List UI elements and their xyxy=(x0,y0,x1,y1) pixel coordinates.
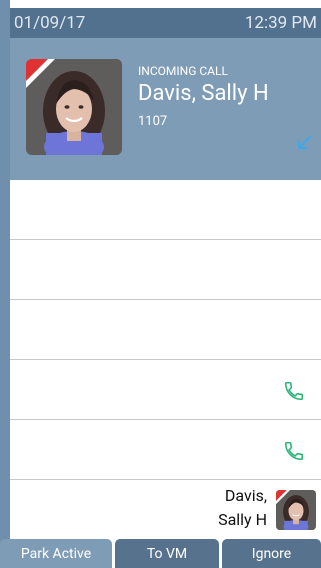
line-list: Davis, Sally H xyxy=(10,180,321,540)
incoming-call-label: INCOMING CALL xyxy=(138,64,228,78)
contact-name-line1: Davis, xyxy=(224,486,267,505)
status-date: 01/09/17 xyxy=(14,13,86,33)
left-border xyxy=(0,0,10,568)
line-row[interactable] xyxy=(10,240,321,300)
contact-name-line2: Sally H xyxy=(218,510,267,529)
line-row[interactable] xyxy=(10,300,321,360)
contact-name: Davis, Sally H xyxy=(218,484,267,532)
incoming-call-header[interactable]: INCOMING CALL Davis, Sally H 1107 xyxy=(10,38,321,180)
line-row[interactable] xyxy=(10,180,321,240)
caller-extension: 1107 xyxy=(138,114,168,129)
softkey-bar: Park Active To VM Ignore xyxy=(0,539,321,568)
incoming-arrow-icon xyxy=(298,135,312,149)
contact-avatar xyxy=(276,490,316,530)
caller-name: Davis, Sally H xyxy=(138,81,269,106)
line-row[interactable] xyxy=(10,360,321,420)
park-active-button[interactable]: Park Active xyxy=(0,539,112,568)
phone-icon[interactable] xyxy=(283,380,305,402)
status-time: 12:39 PM xyxy=(244,13,317,33)
caller-photo xyxy=(26,59,122,155)
phone-icon[interactable] xyxy=(283,440,305,462)
to-vm-button[interactable]: To VM xyxy=(115,539,219,568)
phone-screen: 01/09/17 12:39 PM INCOMING CALL Davis, S… xyxy=(0,0,321,568)
contact-row[interactable]: Davis, Sally H xyxy=(10,480,321,540)
ignore-button[interactable]: Ignore xyxy=(222,539,321,568)
status-bar: 01/09/17 12:39 PM xyxy=(10,8,321,38)
line-row[interactable] xyxy=(10,420,321,480)
